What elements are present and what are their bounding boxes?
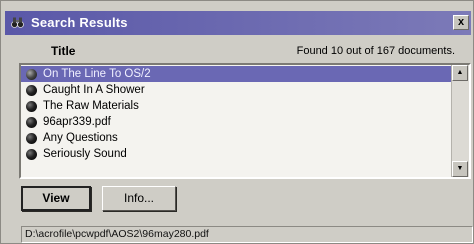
scroll-up-button[interactable]: ▲ (452, 65, 468, 81)
title-bar[interactable]: Search Results x (5, 11, 471, 35)
info-button[interactable]: Info... (102, 186, 176, 211)
results-list[interactable]: On The Line To OS/2 Caught In A Shower The… (19, 63, 471, 179)
view-button[interactable]: View (21, 186, 91, 211)
scroll-down-button[interactable]: ▼ (452, 161, 468, 177)
result-item-label: On The Line To OS/2 (43, 68, 151, 80)
vertical-scrollbar[interactable]: ▲ ▼ (451, 65, 469, 177)
result-item[interactable]: 96apr339.pdf (21, 114, 451, 130)
result-item-label: Any Questions (43, 132, 118, 144)
result-item-label: Caught In A Shower (43, 84, 145, 96)
result-item[interactable]: On The Line To OS/2 (21, 66, 451, 82)
arrow-up-icon: ▲ (456, 69, 464, 76)
window-title: Search Results (31, 15, 128, 30)
document-bullet-icon (26, 85, 37, 96)
status-path: D:\acrofile\pcwpdf\AOS2\96may280.pdf (25, 228, 209, 240)
document-bullet-icon (26, 149, 37, 160)
close-button[interactable]: x (453, 15, 469, 30)
document-bullet-icon (26, 101, 37, 112)
result-item-label: The Raw Materials (43, 100, 139, 112)
binoculars-icon (11, 16, 24, 29)
arrow-down-icon: ▼ (456, 165, 464, 172)
document-bullet-icon (26, 117, 37, 128)
document-bullet-icon (26, 133, 37, 144)
search-results-window: Search Results x Title Found 10 out of 1… (0, 0, 474, 244)
info-button-label: Info... (123, 191, 155, 205)
result-item[interactable]: Seriously Sound (21, 146, 451, 162)
result-item[interactable]: The Raw Materials (21, 98, 451, 114)
result-item[interactable]: Any Questions (21, 130, 451, 146)
title-column-label: Title (51, 44, 76, 58)
result-item[interactable]: Caught In A Shower (21, 82, 451, 98)
found-count-text: Found 10 out of 167 documents. (296, 45, 455, 57)
title-column-header[interactable]: Title (51, 44, 75, 58)
document-bullet-icon (26, 69, 37, 80)
close-icon: x (457, 16, 465, 28)
result-item-label: 96apr339.pdf (43, 116, 111, 128)
result-item-label: Seriously Sound (43, 148, 127, 160)
view-button-label: View (42, 191, 70, 205)
status-bar: D:\acrofile\pcwpdf\AOS2\96may280.pdf (21, 226, 473, 243)
